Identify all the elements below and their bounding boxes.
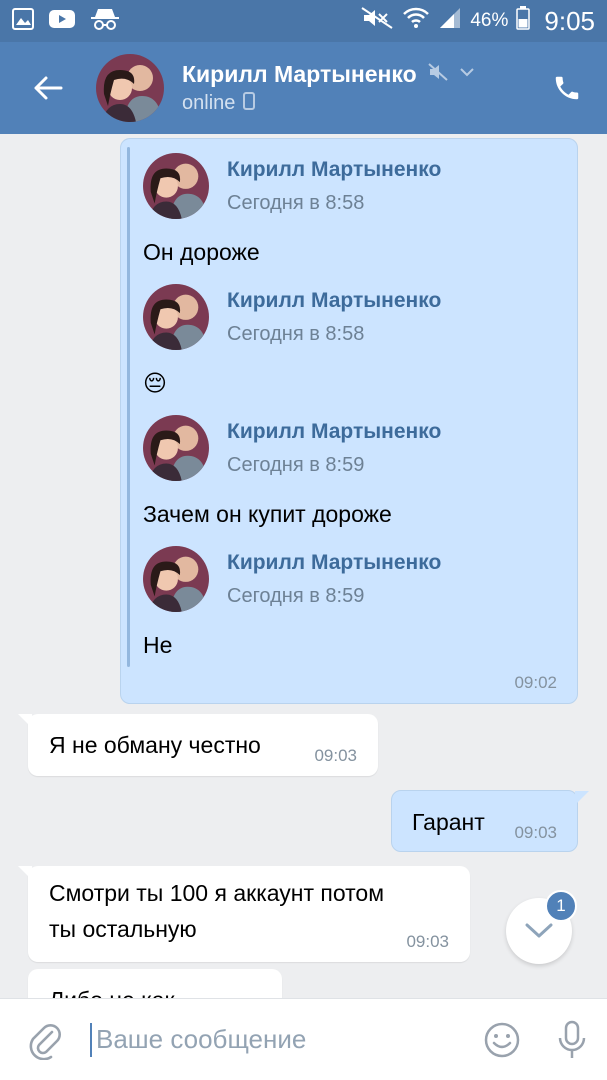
paperclip-icon [29,1023,61,1060]
signal-icon [438,6,462,36]
wifi-icon [402,6,430,36]
forwarded-text: 😔 [143,370,167,396]
gallery-icon [12,7,34,35]
bubble-tail [18,866,32,880]
incoming-message[interactable]: Либо не как [28,969,282,998]
forwarded-date: Сегодня в 8:59 [227,584,365,607]
bubble-tail [18,714,32,728]
message-time: 09:03 [514,823,557,842]
battery-percent: 46% [470,10,509,31]
voice-message-button[interactable] [537,1020,607,1060]
message-text-line: Смотри ты 100 я аккаунт потом [49,880,385,906]
incognito-icon [90,7,120,36]
forwarded-date: Сегодня в 8:58 [227,191,365,214]
unread-badge: 1 [545,890,577,922]
smile-icon [484,1022,520,1057]
incoming-message[interactable]: Я не обману честно 09:03 [18,714,378,776]
forwarded-message: Кирилл Мартыненко Сегодня в 8:59 Не [143,546,441,659]
muted-icon [427,62,449,87]
forwarded-text: Он дороже [143,239,260,265]
forwarded-author[interactable]: Кирилл Мартыненко [227,420,441,444]
message-text: Я не обману честно [49,732,261,758]
bubble-tail [575,791,589,805]
chat-header: Кирилл Мартыненко online [0,42,607,134]
forwarded-date: Сегодня в 8:59 [227,453,365,476]
contact-avatar[interactable] [96,54,164,122]
contact-name[interactable]: Кирилл Мартыненко [182,61,417,88]
forwarded-avatar[interactable] [143,284,209,350]
message-text: Либо не как [49,987,175,998]
phone-icon [555,76,579,100]
mobile-icon [243,91,256,116]
clock: 9:05 [544,5,595,36]
online-status: online [182,92,236,114]
message-time: 09:03 [314,746,357,765]
message-time: 09:03 [406,932,449,951]
back-button[interactable] [0,42,96,134]
status-bar: 46% 9:05 [0,0,607,42]
forwarded-author[interactable]: Кирилл Мартыненко [227,158,441,182]
message-input[interactable] [90,1022,467,1057]
forwarded-avatar[interactable] [143,546,209,612]
mute-icon [360,6,394,36]
microphone-icon [558,1020,586,1058]
forwarded-text: Не [143,632,173,658]
attach-button[interactable] [0,1020,90,1060]
forward-indicator-line [127,147,130,667]
message-text: Гарант [412,809,485,835]
forwarded-avatar[interactable] [143,415,209,481]
forwarded-message: Кирилл Мартыненко Сегодня в 8:58 Он доро… [143,153,441,266]
battery-icon [516,6,531,36]
forwarded-message: Кирилл Мартыненко Сегодня в 8:58 😔 [143,284,441,397]
message-text-line: ты остальную [49,916,197,942]
chevron-down-icon [525,923,553,938]
forwarded-text: Зачем он купит дороже [143,501,392,527]
forwarded-messages-bubble[interactable]: Кирилл Мартыненко Сегодня в 8:58 Он доро… [120,138,578,704]
outgoing-message[interactable]: Гарант 09:03 [391,790,589,852]
forwarded-avatar[interactable] [143,153,209,219]
message-composer [0,998,607,1080]
message-list[interactable]: Кирилл Мартыненко Сегодня в 8:58 Он доро… [0,134,607,998]
incoming-message[interactable]: Смотри ты 100 я аккаунт потом ты остальн… [18,866,470,962]
forwarded-message: Кирилл Мартыненко Сегодня в 8:59 Зачем о… [143,415,441,528]
youtube-icon [48,8,76,35]
chevron-down-icon[interactable] [459,65,475,83]
message-time: 09:02 [514,673,557,692]
arrow-left-icon [34,76,63,100]
forwarded-author[interactable]: Кирилл Мартыненко [227,289,441,313]
emoji-button[interactable] [467,1021,537,1059]
forwarded-date: Сегодня в 8:58 [227,322,365,345]
call-button[interactable] [527,42,607,134]
forwarded-author[interactable]: Кирилл Мартыненко [227,551,441,575]
